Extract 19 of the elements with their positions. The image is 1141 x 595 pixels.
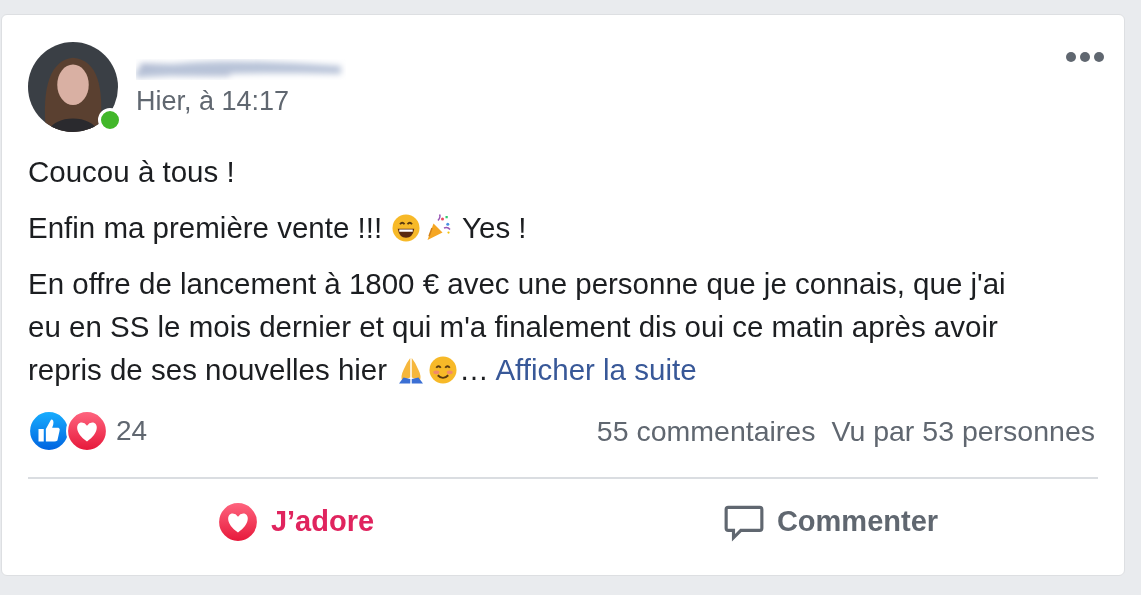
post-text: Enfin ma première vente !!! xyxy=(28,211,383,244)
view-count[interactable]: Vu par 53 personnes xyxy=(831,409,1095,453)
post-text: Yes ! xyxy=(462,211,527,244)
comment-count-link[interactable]: 55 commentaires xyxy=(596,409,816,453)
like-reaction-icon xyxy=(28,410,70,452)
more-options-icon[interactable] xyxy=(1066,52,1104,62)
post-text: En offre de lancement à 1800 € avec une personne que je connais, que j'ai xyxy=(28,266,1006,302)
post-text: repris de ses nouvelles hier xyxy=(28,353,388,386)
reaction-count[interactable]: 24 xyxy=(116,410,148,452)
post-text: Coucou à tous ! xyxy=(28,155,235,188)
grinning-face-icon xyxy=(391,213,422,243)
smiling-face-icon xyxy=(428,355,459,385)
love-button[interactable]: J’adore xyxy=(28,479,563,565)
post-text: eu en SS le mois dernier et qui m'a finalement dis oui ce matin après avoir xyxy=(28,309,998,345)
ellipsis: … xyxy=(459,353,489,386)
post-time[interactable]: Hier, à 14:17 xyxy=(136,86,346,116)
see-more-link[interactable]: Afficher la suite xyxy=(495,353,697,386)
comment-button[interactable]: Commenter xyxy=(563,479,1098,565)
love-reaction-icon xyxy=(66,410,108,452)
